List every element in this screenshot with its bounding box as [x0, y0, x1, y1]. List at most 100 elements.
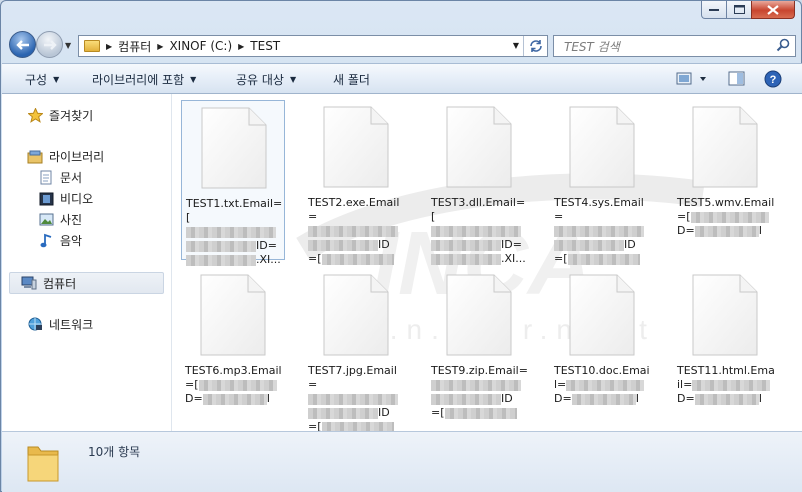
file-name-line: D= I: [677, 392, 775, 406]
address-box[interactable]: ▶ 컴퓨터 ▶ XINOF (C:) ▶ TEST ▼: [78, 35, 548, 57]
file-name-text: ID: [501, 392, 513, 405]
file-name-line: TEST7.jpg.Email=: [308, 364, 406, 392]
file-item[interactable]: TEST1.txt.Email=[ID= .XI...: [181, 100, 285, 266]
breadcrumb-test[interactable]: TEST: [250, 39, 280, 53]
file-item[interactable]: TEST2.exe.Email= ID =[: [304, 100, 408, 265]
file-name-line: D= I: [677, 224, 775, 238]
file-name-line: ID: [554, 238, 652, 252]
file-item[interactable]: TEST3.dll.Email=[ID= .XI...: [427, 100, 531, 265]
file-name-text: il=: [677, 378, 693, 391]
breadcrumb-arrow-icon[interactable]: ▶: [157, 42, 163, 51]
star-icon: [27, 108, 43, 124]
organize-label: 구성: [25, 73, 48, 87]
file-item[interactable]: TEST11.html.Ema il= D= I: [673, 268, 777, 428]
file-name-text: TEST9.zip.Email=: [431, 364, 528, 377]
redacted-text: [554, 239, 624, 251]
search-icon[interactable]: [776, 38, 790, 52]
breadcrumb-drive[interactable]: XINOF (C:): [169, 39, 232, 53]
file-item[interactable]: TEST10.doc.Emai l= D= I: [550, 268, 654, 428]
back-arrow-icon: [15, 39, 29, 50]
file-name-line: TEST10.doc.Emai: [554, 364, 652, 378]
file-name-text: I: [758, 392, 762, 405]
file-name-line: [431, 224, 529, 238]
breadcrumb-arrow-icon[interactable]: ▶: [238, 42, 244, 51]
folder-icon: [84, 40, 100, 52]
file-name-text: TEST1.txt.Email=[: [186, 197, 283, 224]
item-count: 10개 항목: [88, 445, 141, 459]
search-input[interactable]: TEST 검색: [553, 35, 796, 57]
file-name-line: =[: [308, 252, 406, 266]
nav-computer[interactable]: 컴퓨터: [9, 272, 164, 294]
nav-favorites-label: 즐겨찾기: [49, 109, 94, 123]
forward-button[interactable]: [36, 31, 63, 58]
nav-network[interactable]: 네트워크: [27, 316, 93, 333]
redacted-text: [571, 393, 636, 405]
recent-pages-dropdown-icon[interactable]: ▼: [65, 41, 71, 50]
close-button[interactable]: [751, 1, 795, 19]
file-name-text: =[: [308, 420, 322, 431]
blank-file-icon: [446, 106, 512, 188]
file-name-line: TEST3.dll.Email=[: [431, 196, 529, 224]
file-name-text: I: [266, 392, 270, 405]
pictures-icon: [38, 212, 54, 228]
maximize-button[interactable]: [726, 1, 752, 19]
file-name-line: TEST6.mp3.Email: [185, 364, 283, 378]
blank-file-icon: [692, 106, 758, 188]
nav-music[interactable]: 음악: [38, 232, 82, 249]
file-name-line: D= I: [185, 392, 283, 406]
chevron-down-icon: ▼: [53, 75, 60, 84]
minimize-button[interactable]: [701, 1, 727, 19]
redacted-text: [431, 225, 521, 237]
new-folder-label: 새 폴더: [333, 73, 370, 87]
breadcrumb-arrow-icon[interactable]: ▶: [106, 42, 112, 51]
address-dropdown-icon[interactable]: ▼: [513, 41, 519, 50]
file-name-text: D=: [677, 392, 695, 405]
documents-icon: [38, 170, 54, 186]
help-icon[interactable]: ?: [764, 70, 782, 88]
file-name-text: D=: [677, 224, 695, 237]
file-item[interactable]: TEST7.jpg.Email= ID =[: [304, 268, 408, 431]
file-name-line: il=: [677, 378, 775, 392]
blank-file-icon: [323, 106, 389, 188]
blank-file-icon: [446, 274, 512, 356]
preview-pane-icon[interactable]: [728, 70, 746, 88]
file-name-text: TEST6.mp3.Email: [185, 364, 282, 377]
file-item[interactable]: TEST5.wmv.Email =[D= I: [673, 100, 777, 260]
nav-pictures-label: 사진: [60, 213, 83, 227]
file-name: TEST3.dll.Email=[ID= .XI...: [431, 196, 529, 266]
refresh-button[interactable]: [523, 36, 547, 56]
change-view-button[interactable]: [676, 70, 710, 88]
svg-text:?: ?: [770, 74, 777, 86]
nav-libraries[interactable]: 라이브러리: [27, 148, 104, 165]
nav-pictures[interactable]: 사진: [38, 211, 82, 228]
share-with-label: 공유 대상: [236, 73, 284, 87]
file-name-text: TEST5.wmv.Email: [677, 196, 775, 209]
redacted-text: [431, 393, 501, 405]
breadcrumb-computer[interactable]: 컴퓨터: [118, 38, 151, 55]
nav-documents[interactable]: 문서: [38, 169, 82, 186]
redacted-text: [198, 379, 277, 391]
include-in-library-button[interactable]: 라이브러리에 포함 ▼: [92, 71, 196, 88]
organize-button[interactable]: 구성 ▼: [25, 71, 59, 88]
file-item[interactable]: TEST9.zip.Email= ID =[: [427, 268, 531, 428]
file-name-text: D=: [554, 392, 572, 405]
file-name-line: [554, 224, 652, 238]
forward-arrow-icon: [43, 39, 57, 50]
new-folder-button[interactable]: 새 폴더: [333, 71, 370, 88]
file-name-line: ID=: [186, 239, 284, 253]
nav-favorites[interactable]: 즐겨찾기: [27, 107, 93, 124]
blank-file-icon: [569, 274, 635, 356]
breadcrumb-segment: ▶ XINOF (C:): [157, 39, 232, 53]
file-item[interactable]: TEST4.sys.Email= ID =[: [550, 100, 654, 265]
redacted-text: [694, 225, 759, 237]
share-with-button[interactable]: 공유 대상 ▼: [236, 71, 296, 88]
nav-videos[interactable]: 비디오: [38, 190, 93, 207]
back-button[interactable]: [9, 31, 36, 58]
file-name-text: TEST11.html.Ema: [677, 364, 775, 377]
file-name-text: ID=: [256, 239, 277, 252]
file-name-line: ID: [308, 406, 406, 420]
file-item[interactable]: TEST6.mp3.Email =[D= I: [181, 268, 285, 428]
redacted-text: [186, 226, 276, 238]
file-name-text: l=: [554, 378, 567, 391]
file-name: TEST5.wmv.Email =[D= I: [677, 196, 775, 238]
